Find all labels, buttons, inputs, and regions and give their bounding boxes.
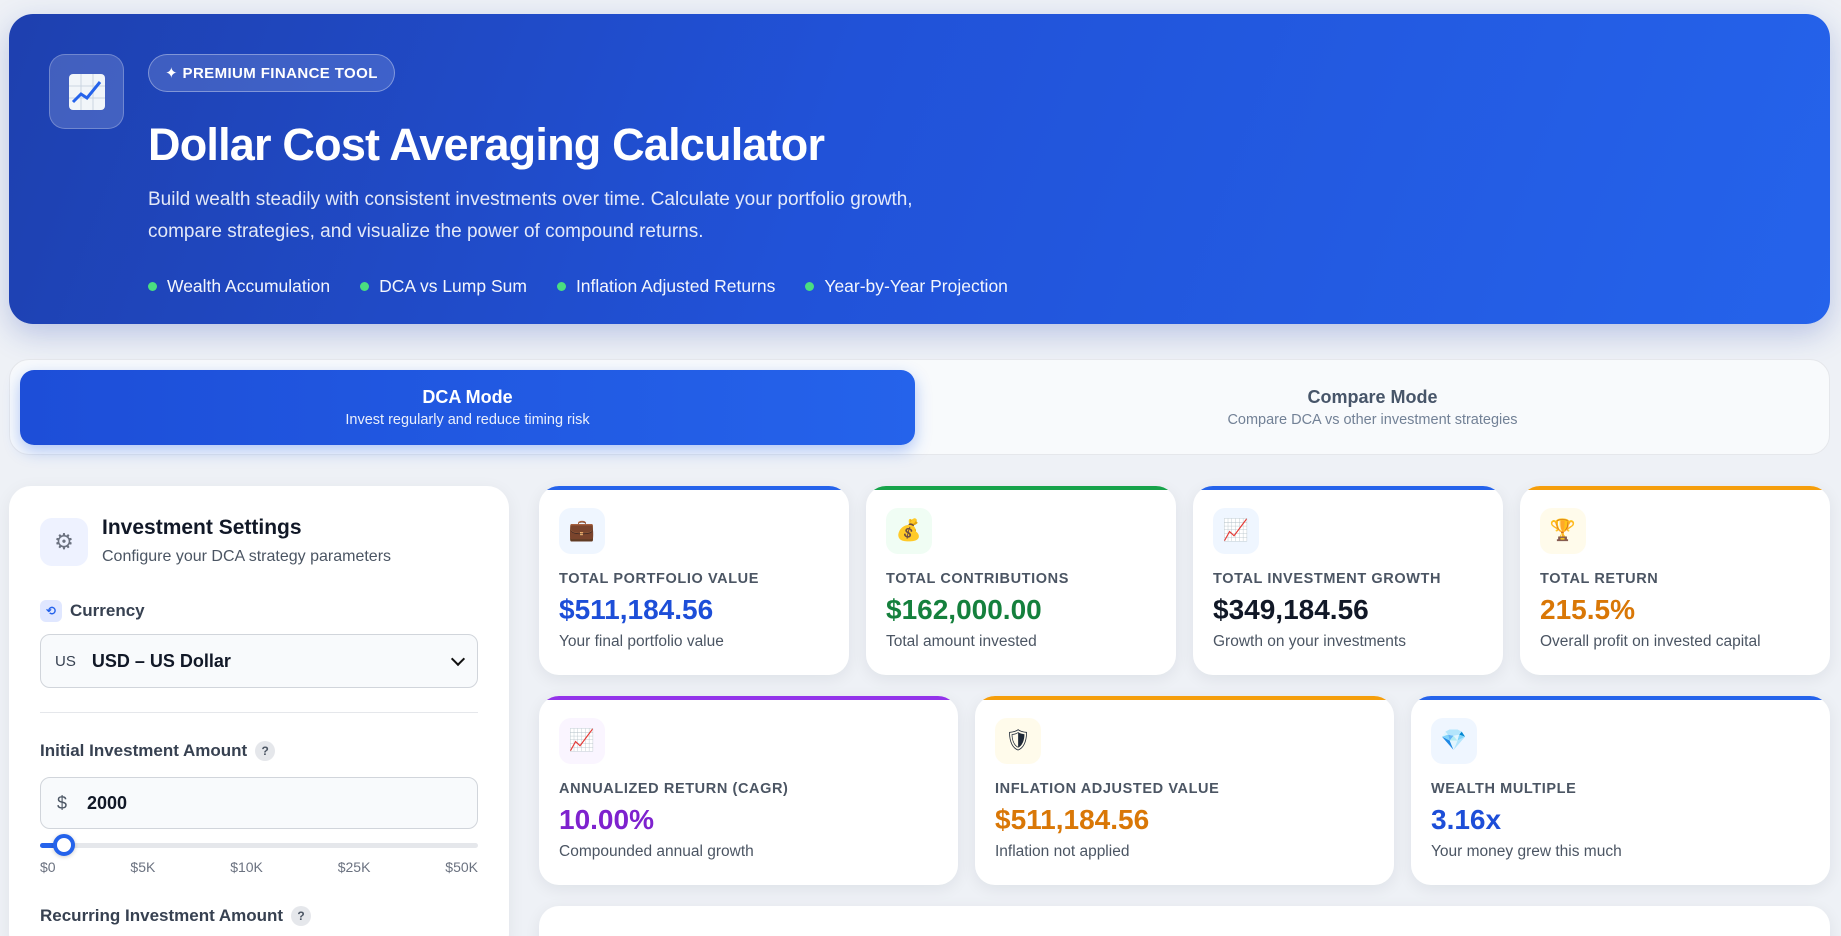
shield-icon: 🛡 [995,718,1041,764]
slider-tick: $50K [445,859,478,875]
card-accent-bar [866,486,1176,490]
premium-badge: ✦ PREMIUM FINANCE TOOL [148,54,395,92]
divider [40,712,478,713]
feature-item: Inflation Adjusted Returns [556,276,775,297]
trophy-icon: 🏆 [1540,508,1586,554]
card-label: INFLATION ADJUSTED VALUE [995,781,1220,797]
card-accent-bar [539,696,958,700]
card-value: 3.16x [1431,804,1502,835]
stat-card-contributions: 💰 TOTAL CONTRIBUTIONS $162,000.00 Total … [866,486,1176,675]
currency-icon: ⟲ [40,600,62,622]
initial-investment-input[interactable]: $ 2000 [40,777,478,829]
dollar-sign: $ [57,792,68,813]
card-value: $511,184.56 [559,594,714,625]
slider-tick: $0 [40,859,56,875]
slider-tick: $25K [337,859,371,875]
hero-banner: ✦ PREMIUM FINANCE TOOL Dollar Cost Avera… [9,14,1830,324]
slider-thumb[interactable] [53,834,76,856]
card-accent-bar [1411,696,1830,700]
stat-card-portfolio-value: 💼 TOTAL PORTFOLIO VALUE $511,184.56 Your… [539,486,849,675]
card-value: $349,184.56 [1213,594,1369,625]
tab-title: Compare Mode [1307,387,1438,407]
card-label: TOTAL CONTRIBUTIONS [886,571,1069,587]
tab-compare-mode[interactable]: Compare Mode Compare DCA vs other invest… [925,370,1820,445]
money-bag-icon: 💰 [886,508,932,554]
card-accent-bar [975,696,1394,700]
tab-subtitle: Invest regularly and reduce timing risk [345,412,590,428]
currency-flag-code: US [55,652,76,670]
investment-settings-panel: ⚙ Investment Settings Configure your DCA… [9,486,509,936]
bullet-dot-icon [360,282,370,291]
bullet-dot-icon [556,282,566,291]
tab-dca-mode[interactable]: DCA Mode Invest regularly and reduce tim… [20,370,915,445]
card-accent-bar [1193,486,1503,490]
settings-subtitle: Configure your DCA strategy parameters [102,548,392,565]
briefcase-icon: 💼 [559,508,605,554]
slider-ticks: $0 $5K $10K $25K $50K [40,859,478,875]
card-accent-bar [1520,486,1830,490]
initial-investment-label: Initial Investment Amount ? [40,741,276,761]
chart-increasing-icon: 📈 [559,718,605,764]
stat-card-inflation-adjusted: 🛡 INFLATION ADJUSTED VALUE $511,184.56 I… [975,696,1394,885]
card-label: TOTAL INVESTMENT GROWTH [1213,571,1442,587]
stat-card-total-return: 🏆 TOTAL RETURN 215.5% Overall profit on … [1520,486,1830,675]
initial-investment-value: 2000 [87,792,128,813]
help-icon[interactable]: ? [255,741,276,761]
bullet-dot-icon [148,282,157,291]
tab-subtitle: Compare DCA vs other investment strategi… [1227,412,1518,428]
card-value: 215.5% [1540,594,1635,625]
card-value: $162,000.00 [886,594,1042,625]
card-label: TOTAL RETURN [1540,571,1659,587]
slider-tick: $5K [130,859,156,875]
feature-list: Wealth Accumulation DCA vs Lump Sum Infl… [148,276,1008,297]
feature-item: DCA vs Lump Sum [360,276,527,297]
help-icon[interactable]: ? [291,906,312,926]
currency-label: ⟲ Currency [40,600,145,622]
card-description: Inflation not applied [995,843,1130,860]
chevron-down-icon [450,651,466,666]
card-description: Total amount invested [886,633,1037,650]
settings-title: Investment Settings [102,516,302,539]
stat-card-wealth-multiple: 💎 WEALTH MULTIPLE 3.16x Your money grew … [1411,696,1830,885]
gear-icon: ⚙ [40,518,88,566]
card-value: 10.00% [559,804,654,835]
bullet-dot-icon [805,282,815,291]
card-description: Compounded annual growth [559,843,754,860]
card-label: ANNUALIZED RETURN (CAGR) [559,781,789,797]
card-label: TOTAL PORTFOLIO VALUE [559,571,760,587]
hero-description: Build wealth steadily with consistent in… [148,189,913,242]
mode-switcher: DCA Mode Invest regularly and reduce tim… [9,359,1830,455]
initial-investment-slider[interactable] [40,834,478,856]
currency-selected-value: USD – US Dollar [91,650,231,671]
card-description: Growth on your investments [1213,633,1406,650]
stat-card-investment-growth: 📈 TOTAL INVESTMENT GROWTH $349,184.56 Gr… [1193,486,1503,675]
chart-increasing-icon [49,54,124,129]
slider-tick: $10K [230,859,263,875]
page-title: Dollar Cost Averaging Calculator [148,119,825,170]
card-description: Your money grew this much [1431,843,1622,860]
recurring-investment-label: Recurring Investment Amount ? [40,906,312,926]
currency-select[interactable]: US USD – US Dollar [40,634,478,688]
feature-item: Year-by-Year Projection [805,276,1008,297]
feature-item: Wealth Accumulation [148,276,330,297]
card-description: Your final portfolio value [559,633,724,650]
results-panel [539,906,1830,936]
gem-icon: 💎 [1431,718,1477,764]
card-value: $511,184.56 [995,804,1150,835]
tab-title: DCA Mode [422,387,513,407]
stat-card-cagr: 📈 ANNUALIZED RETURN (CAGR) 10.00% Compou… [539,696,958,885]
card-label: WEALTH MULTIPLE [1431,781,1577,797]
card-accent-bar [539,486,849,490]
card-description: Overall profit on invested capital [1540,633,1761,650]
chart-increasing-icon: 📈 [1213,508,1259,554]
